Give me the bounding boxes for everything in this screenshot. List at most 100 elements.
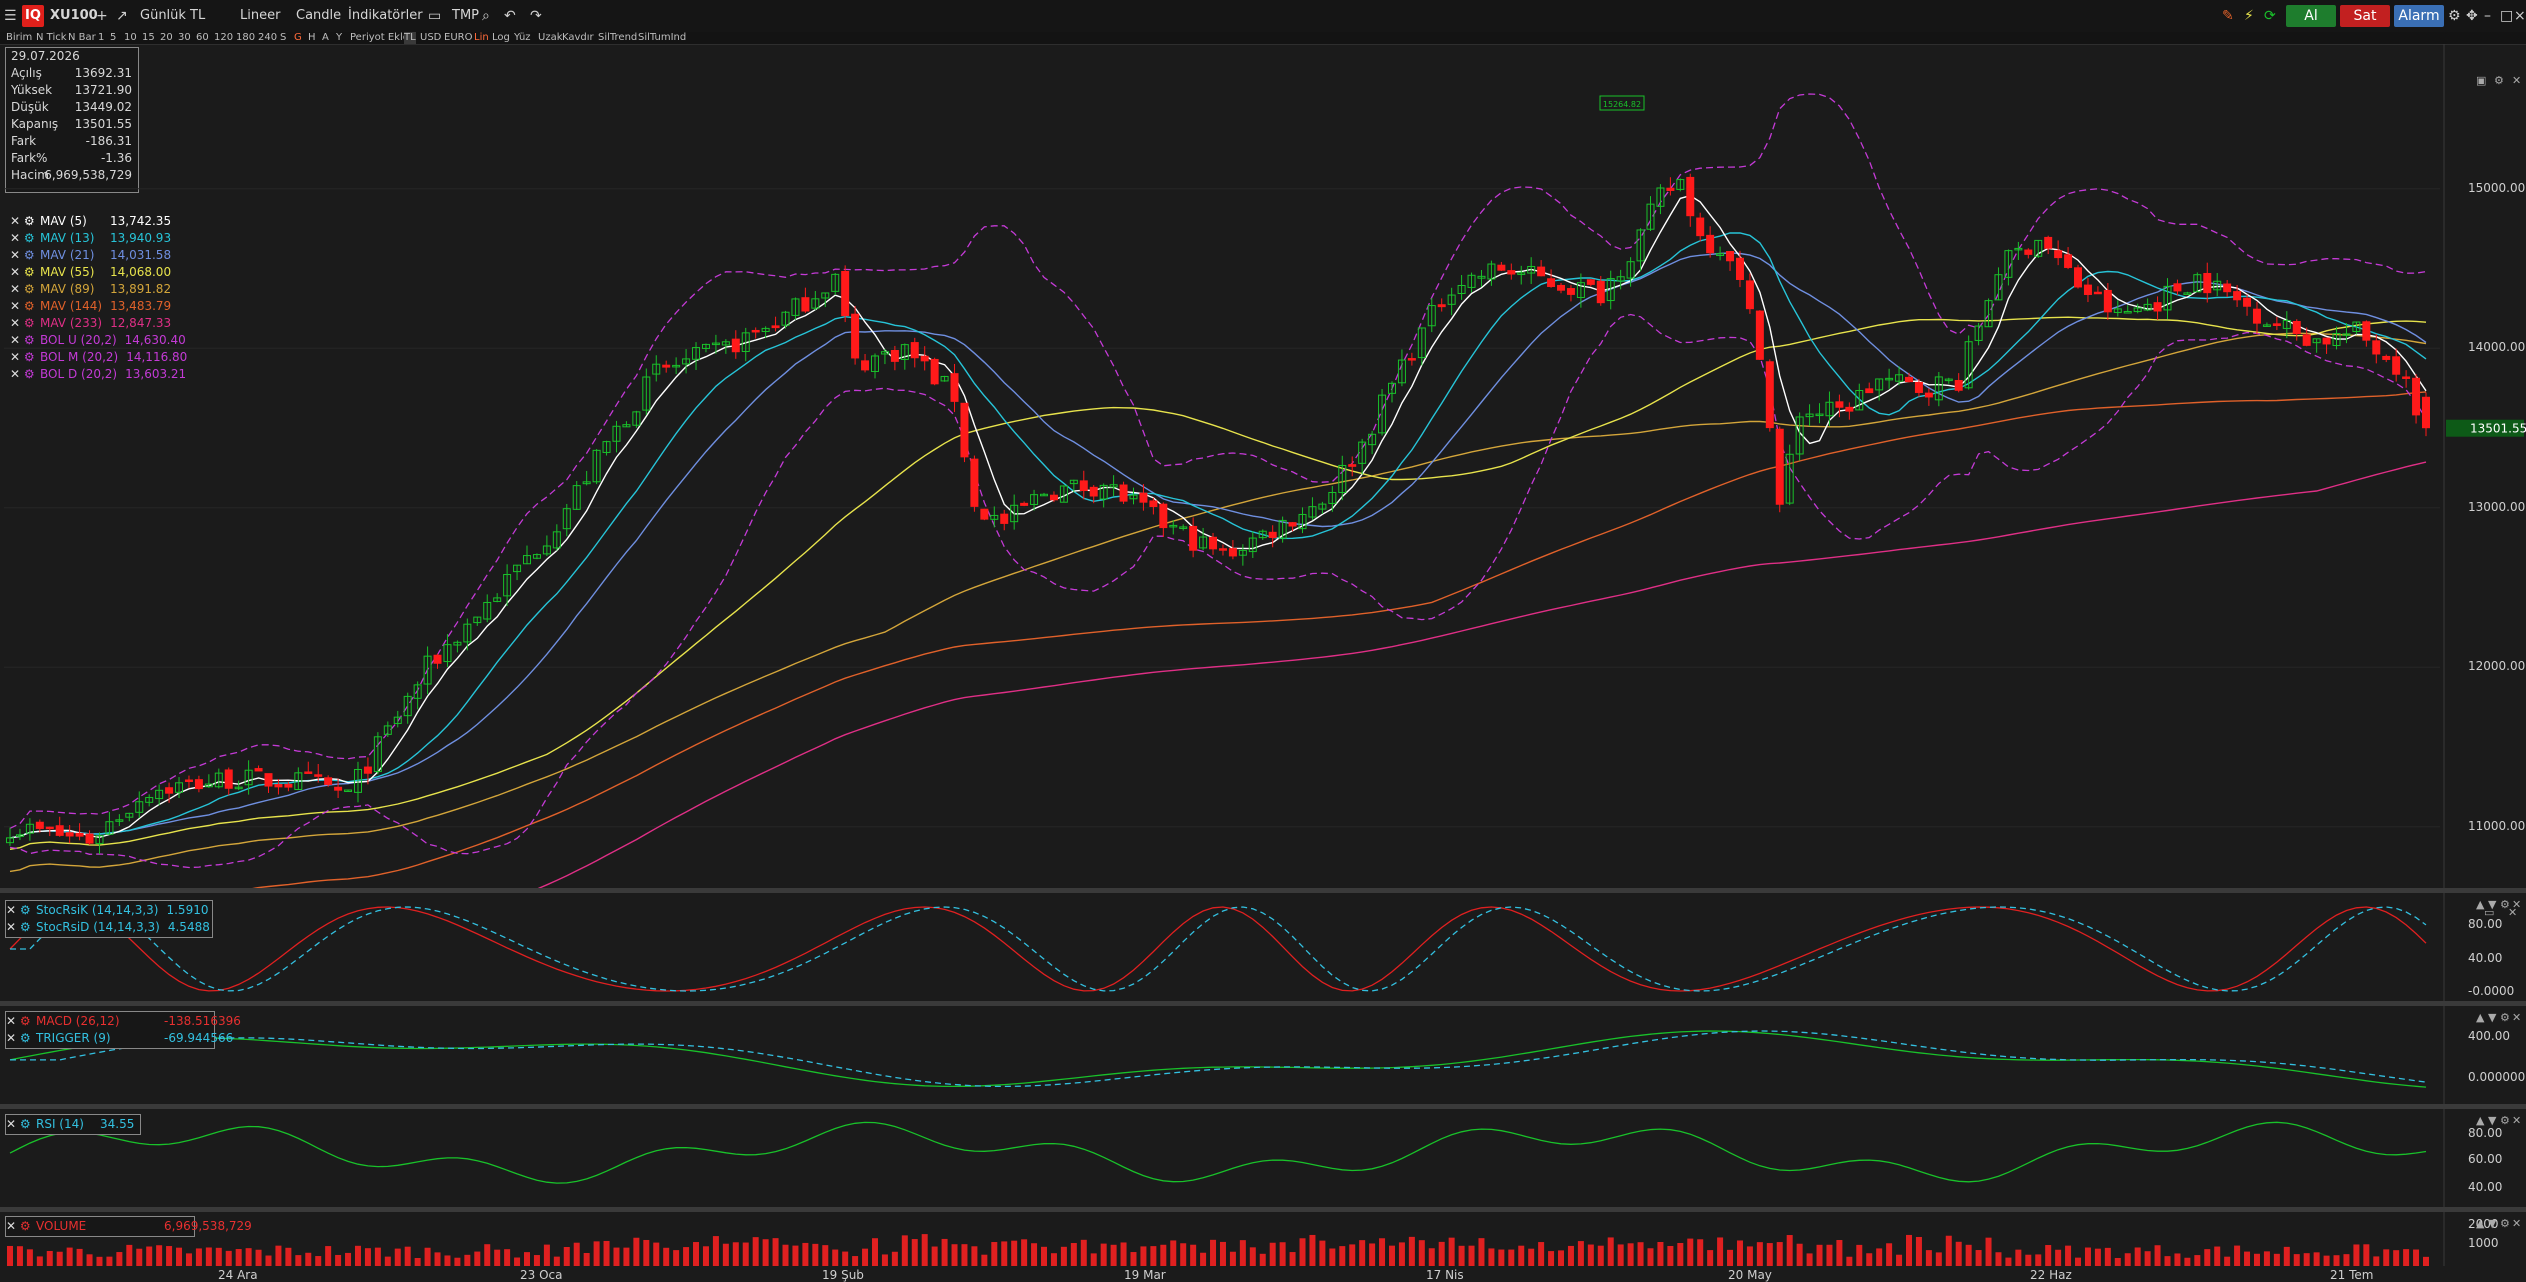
remove-indicator-icon[interactable]: ✕ ⚙ bbox=[6, 1030, 36, 1047]
period-option[interactable]: S bbox=[280, 32, 286, 44]
period-selector[interactable]: Günlük bbox=[140, 0, 186, 32]
pane-control-icon[interactable]: ✕ bbox=[2512, 1114, 2521, 1127]
pane-control-icon[interactable]: ✕ bbox=[2512, 1011, 2521, 1024]
zoom-icon[interactable]: ⌕ bbox=[482, 0, 490, 32]
brush-icon[interactable]: ✎ bbox=[2222, 0, 2234, 32]
chart-style-selector[interactable]: Candle bbox=[296, 0, 341, 32]
price-chart[interactable]: 15264.82 13501.55 bbox=[0, 44, 2526, 888]
bearish-candle bbox=[1904, 376, 1913, 383]
period-option[interactable]: EURO bbox=[444, 32, 472, 44]
period-option[interactable]: Lin bbox=[474, 32, 489, 44]
period-option[interactable]: 20 bbox=[160, 32, 173, 44]
remove-indicator-icon[interactable]: ✕ ⚙ bbox=[6, 1218, 36, 1235]
refresh-icon[interactable]: ⟳ bbox=[2264, 0, 2276, 32]
symbol-selector[interactable]: XU100 bbox=[50, 0, 98, 32]
bearish-candle bbox=[2103, 289, 2112, 313]
remove-indicator-icon[interactable]: ✕ ⚙ bbox=[6, 919, 36, 936]
period-option[interactable]: G bbox=[294, 32, 302, 44]
pane-control-icon[interactable]: ⚙ bbox=[2494, 74, 2504, 87]
pane-control-icon[interactable]: ✕ bbox=[2512, 1217, 2521, 1230]
period-option[interactable]: TL bbox=[404, 32, 416, 44]
pane-control-icon[interactable]: ⚙ bbox=[2500, 1114, 2510, 1127]
pane-control-icon[interactable]: ▲ bbox=[2476, 1114, 2484, 1127]
period-option[interactable]: 1 bbox=[98, 32, 104, 44]
legend-row[interactable]: ✕ ⚙ StocRsiD (14,14,3,3) 4.5488 bbox=[6, 919, 212, 936]
period-option[interactable]: A bbox=[322, 32, 329, 44]
pane-control-icon[interactable]: ▲ bbox=[2476, 898, 2484, 911]
settings-icon[interactable]: ⚙ bbox=[2448, 0, 2461, 32]
legend-row[interactable]: ✕ ⚙ StocRsiK (14,14,3,3) 1.5910 bbox=[6, 902, 212, 919]
period-option[interactable]: 60 bbox=[196, 32, 209, 44]
pane-control-icon[interactable]: ✕ bbox=[2512, 898, 2521, 911]
remove-indicator-icon[interactable]: ✕ ⚙ bbox=[6, 902, 36, 919]
period-option[interactable]: Y bbox=[336, 32, 342, 44]
indicator-tick-label: 40.00 bbox=[2468, 1180, 2503, 1194]
lightning-icon[interactable]: ⚡ bbox=[2244, 0, 2254, 32]
template-button[interactable]: TMP bbox=[452, 0, 479, 32]
period-option[interactable]: N Tick bbox=[36, 32, 67, 44]
period-option[interactable]: 10 bbox=[124, 32, 137, 44]
maximize-icon[interactable]: □ bbox=[2500, 0, 2513, 32]
period-option[interactable]: Periyot Ekle bbox=[350, 32, 409, 44]
macd-panel[interactable] bbox=[0, 1006, 2526, 1104]
pane-control-icon[interactable]: ▲ bbox=[2476, 1217, 2484, 1230]
buy-button[interactable]: Al bbox=[2286, 5, 2336, 27]
period-option[interactable]: 15 bbox=[142, 32, 155, 44]
close-icon[interactable]: × bbox=[2514, 0, 2526, 32]
pane-control-icon[interactable]: ▼ bbox=[2488, 898, 2496, 911]
legend-row[interactable]: ✕ ⚙ TRIGGER (9) -69.944566 bbox=[6, 1030, 233, 1047]
external-link-icon[interactable]: ↗ bbox=[116, 0, 128, 32]
pane-control-icon[interactable]: ✕ bbox=[2512, 74, 2521, 87]
folder-icon[interactable]: ▭ bbox=[428, 0, 441, 32]
pane-control-icon[interactable]: ▼ bbox=[2488, 1217, 2496, 1230]
period-option[interactable]: N Bar bbox=[68, 32, 96, 44]
period-option[interactable]: SilTrend bbox=[598, 32, 637, 44]
period-option[interactable]: Uzak bbox=[538, 32, 563, 44]
period-option[interactable]: 30 bbox=[178, 32, 191, 44]
pane-control-icon[interactable]: ⚙ bbox=[2500, 1011, 2510, 1024]
period-option[interactable]: Log bbox=[492, 32, 510, 44]
period-option[interactable]: Yüz bbox=[514, 32, 531, 44]
currency-selector[interactable]: TL bbox=[190, 0, 205, 32]
stochrsi-panel[interactable] bbox=[0, 893, 2526, 1001]
pane-control-icon[interactable]: ▼ bbox=[2488, 1114, 2496, 1127]
volume-panel[interactable] bbox=[0, 1212, 2526, 1266]
scale-selector[interactable]: Lineer bbox=[240, 0, 280, 32]
period-option[interactable]: Kavdır bbox=[562, 32, 594, 44]
indicators-menu[interactable]: İndikatörler bbox=[348, 0, 423, 32]
add-symbol-icon[interactable]: + bbox=[96, 0, 108, 32]
undo-icon[interactable]: ↶ bbox=[504, 0, 516, 32]
legend-row[interactable]: ✕ ⚙ RSI (14) 34.55 bbox=[6, 1116, 140, 1133]
alarm-button[interactable]: Alarm bbox=[2394, 5, 2444, 27]
legend-row[interactable]: ✕ ⚙ VOLUME 6,969,538,729 bbox=[6, 1218, 252, 1235]
period-option[interactable]: 240 bbox=[258, 32, 277, 44]
volume-bar bbox=[533, 1255, 540, 1266]
redo-icon[interactable]: ↷ bbox=[530, 0, 542, 32]
period-option[interactable]: SilTumInd bbox=[638, 32, 686, 44]
pane-control-icon[interactable]: ▣ bbox=[2476, 74, 2486, 87]
period-option[interactable]: USD bbox=[420, 32, 441, 44]
volume-bar bbox=[1269, 1242, 1276, 1266]
remove-indicator-icon[interactable]: ✕ ⚙ bbox=[6, 1013, 36, 1030]
pane-control-icon[interactable]: ⚙ bbox=[2500, 898, 2510, 911]
sell-button[interactable]: Sat bbox=[2340, 5, 2390, 27]
menu-icon[interactable]: ☰ bbox=[4, 0, 17, 32]
rsi-panel[interactable] bbox=[0, 1109, 2526, 1207]
period-option[interactable]: 120 bbox=[214, 32, 233, 44]
volume-bar bbox=[275, 1245, 282, 1266]
period-option[interactable]: Birim bbox=[6, 32, 32, 44]
pane-control-icon[interactable]: ⚙ bbox=[2500, 1217, 2510, 1230]
legend-row[interactable]: ✕ ⚙ MACD (26,12) -138.516396 bbox=[6, 1013, 241, 1030]
period-option[interactable]: H bbox=[308, 32, 316, 44]
bearish-candle bbox=[1507, 270, 1516, 275]
volume-bar bbox=[2383, 1249, 2390, 1266]
remove-indicator-icon[interactable]: ✕ ⚙ bbox=[6, 1116, 36, 1133]
tools-icon[interactable]: ✥ bbox=[2466, 0, 2478, 32]
minimize-icon[interactable]: – bbox=[2484, 0, 2491, 32]
bearish-candle bbox=[751, 329, 760, 333]
period-option[interactable]: 5 bbox=[110, 32, 116, 44]
volume-bar bbox=[1717, 1237, 1724, 1266]
pane-control-icon[interactable]: ▲ bbox=[2476, 1011, 2484, 1024]
period-option[interactable]: 180 bbox=[236, 32, 255, 44]
pane-control-icon[interactable]: ▼ bbox=[2488, 1011, 2496, 1024]
